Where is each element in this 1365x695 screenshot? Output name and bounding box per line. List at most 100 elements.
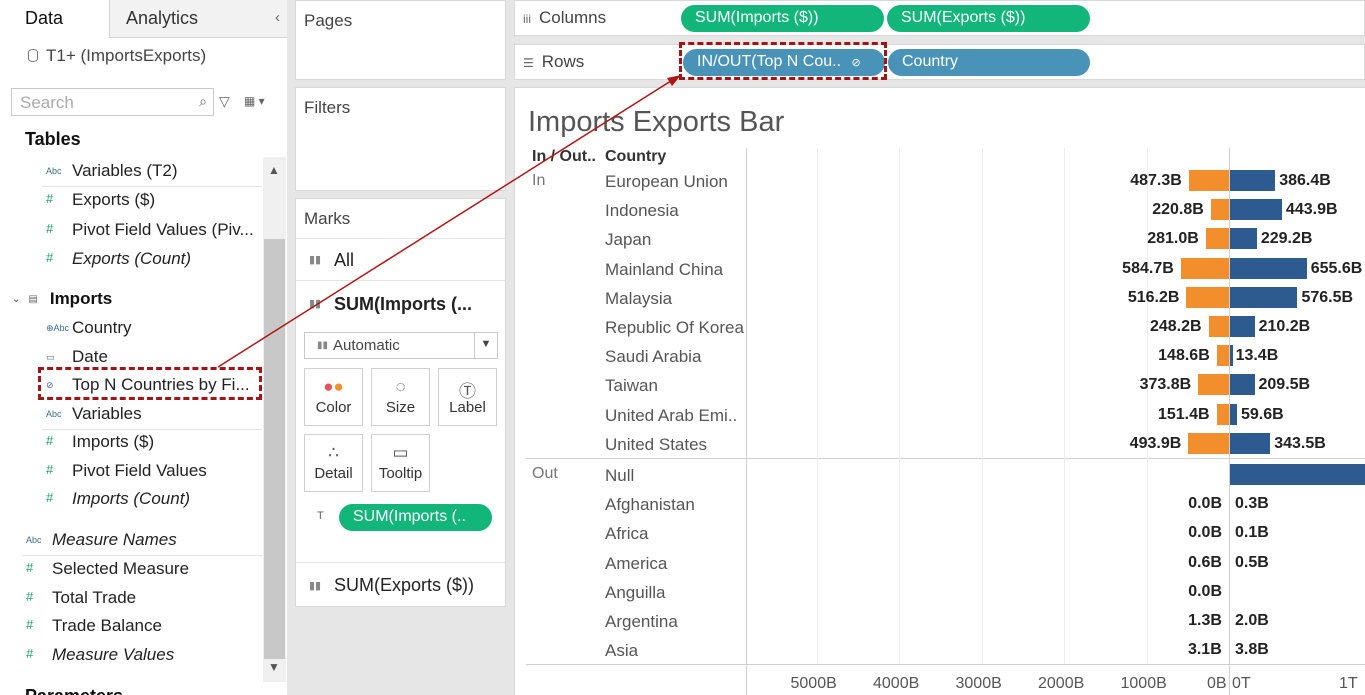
- bar-imports[interactable]: [1210, 199, 1229, 221]
- measure-icon: #: [26, 588, 34, 604]
- bar-exports[interactable]: [1230, 170, 1276, 191]
- bar-exports[interactable]: [1230, 199, 1282, 221]
- field-imports[interactable]: # Imports ($): [0, 429, 262, 457]
- bar-exports[interactable]: [1230, 316, 1255, 337]
- field-exports[interactable]: # Exports ($): [0, 187, 262, 215]
- axis-tick-label: 5000B: [790, 675, 837, 692]
- column-pill-imports[interactable]: SUM(Imports ($)): [681, 5, 884, 32]
- row-label-country[interactable]: Taiwan: [605, 376, 658, 396]
- bar-imports[interactable]: [1205, 228, 1229, 250]
- row-label-country[interactable]: Asia: [605, 641, 638, 661]
- chevron-down-icon[interactable]: ▼: [474, 333, 497, 358]
- data-source[interactable]: T1+ (ImportsExports): [28, 46, 206, 66]
- measure-icon: #: [46, 191, 54, 207]
- view-options-icon[interactable]: ▦ ▾: [244, 94, 265, 108]
- row-label-country[interactable]: Mainland China: [605, 260, 723, 280]
- bar-imports[interactable]: [1188, 170, 1229, 191]
- field-selected-measure[interactable]: # Selected Measure: [0, 556, 262, 584]
- row-label-country[interactable]: Argentina: [605, 612, 678, 632]
- field-variables-t2[interactable]: Abc Variables (T2): [0, 158, 262, 186]
- pages-shelf[interactable]: Pages: [295, 0, 506, 80]
- field-trade-balance[interactable]: # Trade Balance: [0, 613, 262, 641]
- collapse-pane-icon[interactable]: ‹: [275, 9, 280, 26]
- bar-exports[interactable]: [1230, 403, 1237, 425]
- bar-imports[interactable]: [1186, 286, 1229, 308]
- row-label-country[interactable]: Saudi Arabia: [605, 347, 701, 367]
- scrollbar[interactable]: ▲ ▼: [263, 157, 286, 682]
- columns-icon: iii: [523, 12, 531, 26]
- scroll-thumb[interactable]: [264, 239, 285, 659]
- column-pill-exports[interactable]: SUM(Exports ($)): [887, 5, 1090, 32]
- field-pivot-field-values-piv[interactable]: # Pivot Field Values (Piv...: [0, 217, 262, 245]
- marks-imports-card[interactable]: ▮▮ SUM(Imports (...: [296, 280, 505, 326]
- bar-exports[interactable]: [1230, 464, 1365, 485]
- marks-exports-card[interactable]: ▮▮ SUM(Exports ($)): [296, 562, 505, 608]
- gridline: [1146, 148, 1148, 664]
- detail-button[interactable]: ∴ Detail: [304, 434, 363, 492]
- label-pill[interactable]: SUM(Imports (..: [339, 504, 492, 531]
- row-label-country[interactable]: America: [605, 554, 667, 574]
- data-label-exports: 386.4B: [1279, 172, 1331, 189]
- size-button[interactable]: ◌ Size: [371, 368, 430, 426]
- table-group-imports[interactable]: ⌄ ▤ Imports: [12, 289, 112, 309]
- row-label-country[interactable]: European Union: [605, 172, 728, 192]
- field-country[interactable]: ⊕Abc Country: [0, 315, 262, 343]
- bar-exports[interactable]: [1230, 345, 1233, 367]
- bar-imports[interactable]: [1208, 316, 1229, 337]
- row-label-country[interactable]: Republic Of Korea: [605, 318, 744, 338]
- tab-data[interactable]: Data: [0, 0, 110, 38]
- row-label-country[interactable]: Anguilla: [605, 583, 666, 603]
- columns-shelf[interactable]: iii Columns SUM(Imports ($)) SUM(Exports …: [514, 0, 1365, 36]
- scroll-down-icon[interactable]: ▼: [268, 660, 280, 674]
- tooltip-button[interactable]: ▭ Tooltip: [371, 434, 430, 492]
- row-label-country[interactable]: Null: [605, 466, 634, 486]
- header-inout[interactable]: In / Out..: [532, 148, 596, 166]
- scroll-up-icon[interactable]: ▲: [268, 163, 280, 177]
- bar-imports[interactable]: [1188, 432, 1229, 454]
- bar-exports[interactable]: [1230, 228, 1257, 250]
- rows-shelf[interactable]: ☰ Rows IN/OUT(Top N Cou.. ⊘ Country: [514, 42, 1365, 80]
- search-input[interactable]: Search ⌕: [11, 88, 214, 116]
- row-label-country[interactable]: United States: [605, 435, 707, 455]
- bar-exports[interactable]: [1230, 257, 1307, 279]
- tables-header: Tables: [25, 129, 81, 149]
- measure-icon: #: [26, 617, 34, 633]
- marks-all[interactable]: ▮▮ All: [296, 238, 505, 280]
- field-imports-count[interactable]: # Imports (Count): [0, 486, 262, 514]
- field-measure-values[interactable]: # Measure Values: [0, 642, 262, 670]
- label-button[interactable]: Ⓣ Label: [438, 368, 497, 426]
- row-label-country[interactable]: Indonesia: [605, 201, 679, 221]
- row-label-country[interactable]: Malaysia: [605, 289, 672, 309]
- field-pivot-field-values[interactable]: # Pivot Field Values: [0, 458, 262, 486]
- pane-tabs: Data Analytics ‹: [0, 0, 287, 38]
- field-measure-names[interactable]: Abc Measure Names: [0, 527, 262, 555]
- color-button[interactable]: ●● Color: [304, 368, 363, 426]
- filters-shelf[interactable]: Filters: [295, 87, 506, 191]
- field-exports-count[interactable]: # Exports (Count): [0, 246, 262, 274]
- field-total-trade[interactable]: # Total Trade: [0, 585, 262, 613]
- bar-exports[interactable]: [1230, 432, 1271, 454]
- rows-label: ☰ Rows: [523, 52, 584, 72]
- worksheet-view[interactable]: Imports Exports Bar In / Out.. Country I…: [514, 87, 1365, 695]
- filter-icon[interactable]: ▽: [219, 93, 230, 110]
- row-pill-country[interactable]: Country: [888, 49, 1090, 76]
- row-label-country[interactable]: United Arab Emi..: [605, 406, 737, 426]
- bar-chart-icon: ▮▮: [309, 298, 322, 310]
- bar-imports[interactable]: [1180, 257, 1229, 279]
- row-label-country[interactable]: Japan: [605, 230, 651, 250]
- bar-exports[interactable]: [1230, 374, 1255, 396]
- data-label-imports: 148.6B: [1158, 347, 1210, 365]
- bar-imports[interactable]: [1198, 374, 1229, 396]
- header-country[interactable]: Country: [605, 148, 666, 166]
- chevron-down-icon[interactable]: ⌄: [12, 294, 20, 305]
- bar-imports[interactable]: [1216, 345, 1229, 367]
- mark-type-dropdown[interactable]: ▮▮ Automatic ▼: [304, 332, 498, 359]
- marks-card: Marks ▮▮ All ▮▮ SUM(Imports (... ▮▮ Auto…: [295, 198, 506, 607]
- tooltip-icon: ▭: [392, 443, 409, 462]
- field-variables[interactable]: Abc Variables: [0, 401, 262, 429]
- bar-exports[interactable]: [1230, 286, 1298, 308]
- bar-imports[interactable]: [1216, 403, 1229, 425]
- row-label-country[interactable]: Afghanistan: [605, 495, 695, 515]
- tab-analytics[interactable]: Analytics ‹: [110, 0, 287, 38]
- row-label-country[interactable]: Africa: [605, 524, 648, 544]
